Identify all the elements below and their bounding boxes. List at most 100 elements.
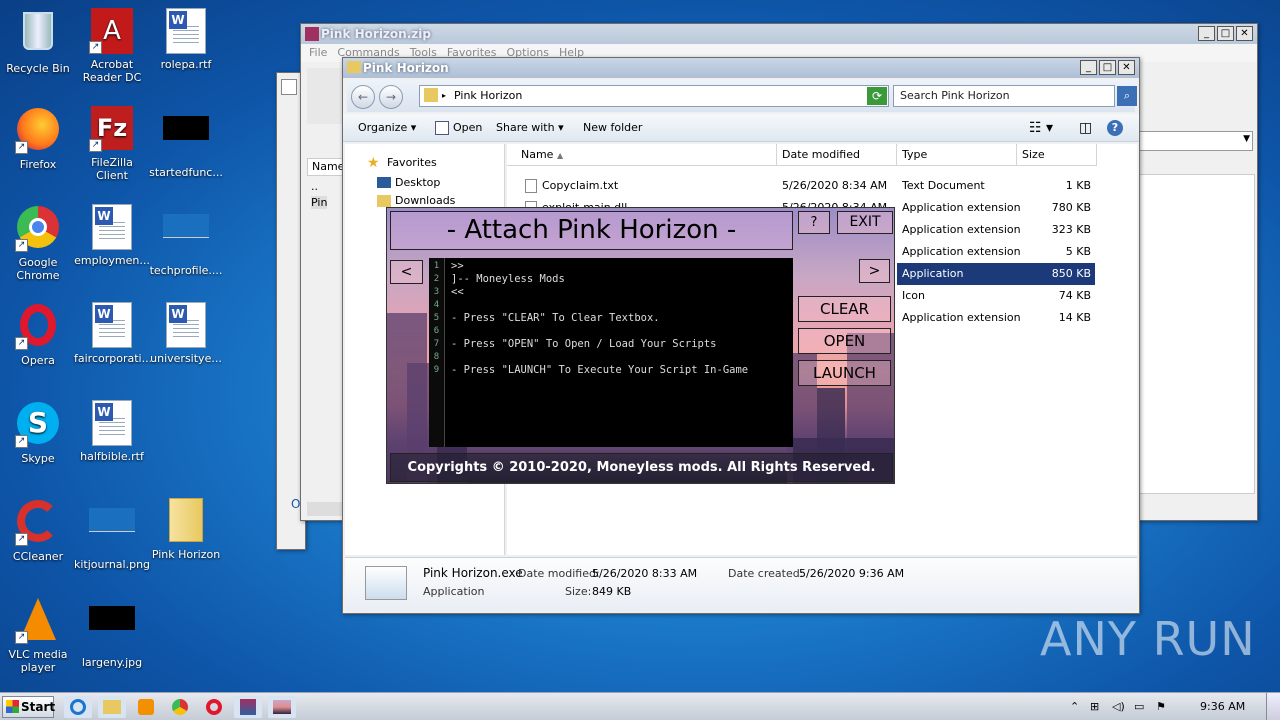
ccleaner-icon[interactable]: ↗ CCleaner <box>0 498 76 563</box>
address-field[interactable]: ▸ Pink Horizon ▼ <box>419 85 889 107</box>
file-size: 1 KB <box>1065 179 1091 192</box>
maximize-button[interactable]: □ <box>1099 60 1116 75</box>
icon-label: Skype <box>21 452 55 465</box>
skype-icon[interactable]: S ↗ Skype <box>0 400 76 465</box>
minimize-button[interactable]: _ <box>1198 26 1215 41</box>
ie-icon[interactable] <box>64 696 92 718</box>
pink-horizon-taskbar-icon[interactable] <box>268 696 296 718</box>
employment-file-icon[interactable]: W employmen... <box>74 204 150 267</box>
system-tray: ⌃ ⊞ ◁) ▭ ⚑ 9:36 AM <box>1070 693 1250 720</box>
details-modified: 5/26/2020 8:33 AM <box>592 567 698 580</box>
launch-button[interactable]: LAUNCH <box>798 360 891 386</box>
clock[interactable]: 9:36 AM <box>1200 693 1245 720</box>
icon-label: techprofile.... <box>149 264 223 277</box>
word-doc-icon: W <box>89 302 135 348</box>
winrar-taskbar-icon[interactable] <box>234 696 262 718</box>
menu-file[interactable]: File <box>309 46 327 59</box>
recycle-bin-icon[interactable]: Recycle Bin <box>0 8 76 75</box>
refresh-icon[interactable]: ⟳ <box>867 87 887 105</box>
largeny-file-icon[interactable]: largeny.jpg <box>74 596 150 669</box>
pink-horizon-folder-icon[interactable]: Pink Horizon <box>148 498 224 561</box>
rolepa-file-icon[interactable]: W rolepa.rtf <box>148 8 224 71</box>
explorer-titlebar: Pink Horizon _ □ ✕ <box>343 58 1139 78</box>
view-options-icon[interactable]: ☷ ▾ <box>1029 114 1053 142</box>
script-text: >> ]-- Moneyless Mods << - Press "CLEAR"… <box>451 260 749 376</box>
faircorporation-file-icon[interactable]: W faircorporati... <box>74 302 152 365</box>
acrobat-reader-icon[interactable]: A ↗ Acrobat Reader DC <box>74 8 150 84</box>
organize-label: Organize <box>358 121 408 134</box>
help-button[interactable]: ? <box>798 211 830 234</box>
add-tool-icon[interactable] <box>307 68 347 124</box>
explorer-taskbar-icon[interactable] <box>98 696 126 718</box>
winrar-file-list[interactable] <box>1137 174 1255 494</box>
share-label: Share with <box>496 121 555 134</box>
address-bar: ← → ▸ Pink Horizon ▼ ⟳ Search Pink Horiz… <box>347 80 1137 112</box>
col-name-header[interactable]: Name <box>307 158 347 176</box>
close-button[interactable]: ✕ <box>1118 60 1135 75</box>
image-thumb-icon <box>89 606 135 652</box>
breadcrumb-arrow-icon: ▸ <box>442 91 447 100</box>
window-title: Pink Horizon.zip <box>321 27 431 41</box>
new-folder-button[interactable]: New folder <box>583 114 642 142</box>
search-input[interactable]: Search Pink Horizon <box>893 85 1115 107</box>
table-row[interactable]: Copyclaim.txt 5/26/2020 8:34 AM Text Doc… <box>507 175 1137 197</box>
col-size[interactable]: Size <box>1017 144 1097 166</box>
prev-button[interactable]: < <box>390 260 423 284</box>
opera-icon[interactable]: ↗ Opera <box>0 302 76 367</box>
startedfunc-file-icon[interactable]: startedfunc... <box>148 106 224 179</box>
power-icon[interactable]: ▭ <box>1134 693 1144 720</box>
show-desktop-button[interactable] <box>1266 693 1280 720</box>
kitjournal-file-icon[interactable]: kitjournal.png <box>74 498 150 571</box>
nav-desktop[interactable]: Desktop <box>345 174 505 192</box>
windows-logo-icon <box>6 700 19 713</box>
open-button[interactable]: Open <box>453 114 482 142</box>
col-name[interactable]: Name ▲ <box>507 144 777 166</box>
minimize-button[interactable]: _ <box>1080 60 1097 75</box>
halfbible-file-icon[interactable]: W halfbible.rtf <box>74 400 150 463</box>
pink-horizon-app[interactable]: - Attach Pink Horizon - ? EXIT < > 1 2 3… <box>386 207 895 484</box>
share-with-button[interactable]: Share with ▾ <box>496 114 564 142</box>
icon-label: kitjournal.png <box>74 558 151 571</box>
col-type[interactable]: Type <box>897 144 1017 166</box>
filezilla-icon[interactable]: Fz ↗ FileZilla Client <box>74 106 150 182</box>
file-name: Copyclaim.txt <box>542 179 619 192</box>
winrar-statusbar <box>307 502 347 516</box>
show-hidden-icons[interactable]: ⌃ <box>1070 693 1079 720</box>
preview-pane-icon[interactable]: ◫ <box>1079 114 1092 142</box>
firefox-icon[interactable]: ↗ Firefox <box>0 106 76 171</box>
help-icon[interactable]: ? <box>1107 120 1123 136</box>
techprofile-file-icon[interactable]: techprofile.... <box>148 204 224 277</box>
forward-button[interactable]: → <box>379 85 403 109</box>
winrar-row-pin[interactable]: Pin <box>311 196 328 209</box>
network-icon[interactable]: ⊞ <box>1090 693 1099 720</box>
file-type: Application extension <box>902 311 1021 324</box>
back-button[interactable]: ← <box>351 85 375 109</box>
chrome-icon[interactable]: ↗ Google Chrome <box>0 204 76 282</box>
image-thumb-icon <box>163 214 209 260</box>
clear-button[interactable]: CLEAR <box>798 296 891 322</box>
exit-button[interactable]: EXIT <box>837 211 893 234</box>
script-editor[interactable]: 1 2 3 4 5 6 7 8 9 >> ]-- Moneyless Mods … <box>429 258 793 447</box>
next-button[interactable]: > <box>859 259 890 283</box>
nav-favorites[interactable]: ★ Favorites <box>345 154 505 172</box>
close-button[interactable]: ✕ <box>1236 26 1253 41</box>
ccleaner-logo-icon: ↗ <box>15 500 61 546</box>
maximize-button[interactable]: □ <box>1217 26 1234 41</box>
organize-button[interactable]: Organize ▾ <box>358 114 416 142</box>
media-player-icon[interactable] <box>132 696 160 718</box>
winrar-path-box[interactable]: ▼ <box>1137 131 1253 151</box>
vlc-icon[interactable]: ↗ VLC media player <box>0 596 76 674</box>
opera-taskbar-icon[interactable] <box>200 696 228 718</box>
winrar-row-up[interactable]: .. <box>311 180 318 193</box>
search-icon[interactable]: ⌕ <box>1117 86 1137 106</box>
col-modified[interactable]: Date modified <box>777 144 897 166</box>
chrome-taskbar-icon[interactable] <box>166 696 194 718</box>
nav-downloads-label: Downloads <box>395 194 456 207</box>
open-button[interactable]: OPEN <box>798 328 891 354</box>
volume-icon[interactable]: ◁) <box>1112 693 1125 720</box>
university-file-icon[interactable]: W universitye... <box>148 302 224 365</box>
command-bar: Organize ▾ Open Share with ▾ New folder … <box>343 114 1139 142</box>
word-doc-icon: W <box>163 302 209 348</box>
start-button[interactable]: Start <box>2 696 55 718</box>
flag-icon[interactable]: ⚑ <box>1156 693 1166 720</box>
